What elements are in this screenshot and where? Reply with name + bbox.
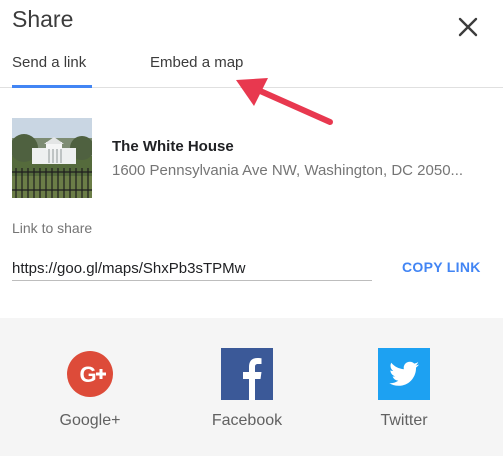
twitter-label: Twitter <box>380 412 428 429</box>
tab-embed-a-map[interactable]: Embed a map <box>150 54 243 71</box>
active-tab-indicator <box>12 85 92 88</box>
place-name: The White House <box>112 138 234 155</box>
dialog-title: Share <box>12 6 74 32</box>
share-twitter-button[interactable]: Twitter <box>349 348 459 430</box>
facebook-icon <box>221 348 273 400</box>
link-to-share-label: Link to share <box>12 220 93 236</box>
twitter-icon <box>378 348 430 400</box>
place-photo <box>12 118 92 198</box>
place-address: 1600 Pennsylvania Ave NW, Washington, DC… <box>112 162 464 179</box>
google-plus-icon: G <box>67 351 113 397</box>
share-link-field[interactable] <box>12 252 372 281</box>
tab-send-a-link[interactable]: Send a link <box>12 54 86 71</box>
share-facebook-button[interactable]: Facebook <box>192 348 302 430</box>
place-card: The White House 1600 Pennsylvania Ave NW… <box>12 118 492 198</box>
facebook-label: Facebook <box>211 412 283 429</box>
share-dialog: Share Send a link Embed a map The White … <box>0 0 503 456</box>
close-icon[interactable] <box>455 14 481 40</box>
social-share-bar: G Google+ Facebook Twitter <box>0 318 503 456</box>
copy-link-button[interactable]: COPY LINK <box>402 259 481 275</box>
share-google-plus-button[interactable]: G Google+ <box>35 348 145 430</box>
svg-text:G: G <box>79 362 96 387</box>
google-plus-label: Google+ <box>59 412 121 429</box>
